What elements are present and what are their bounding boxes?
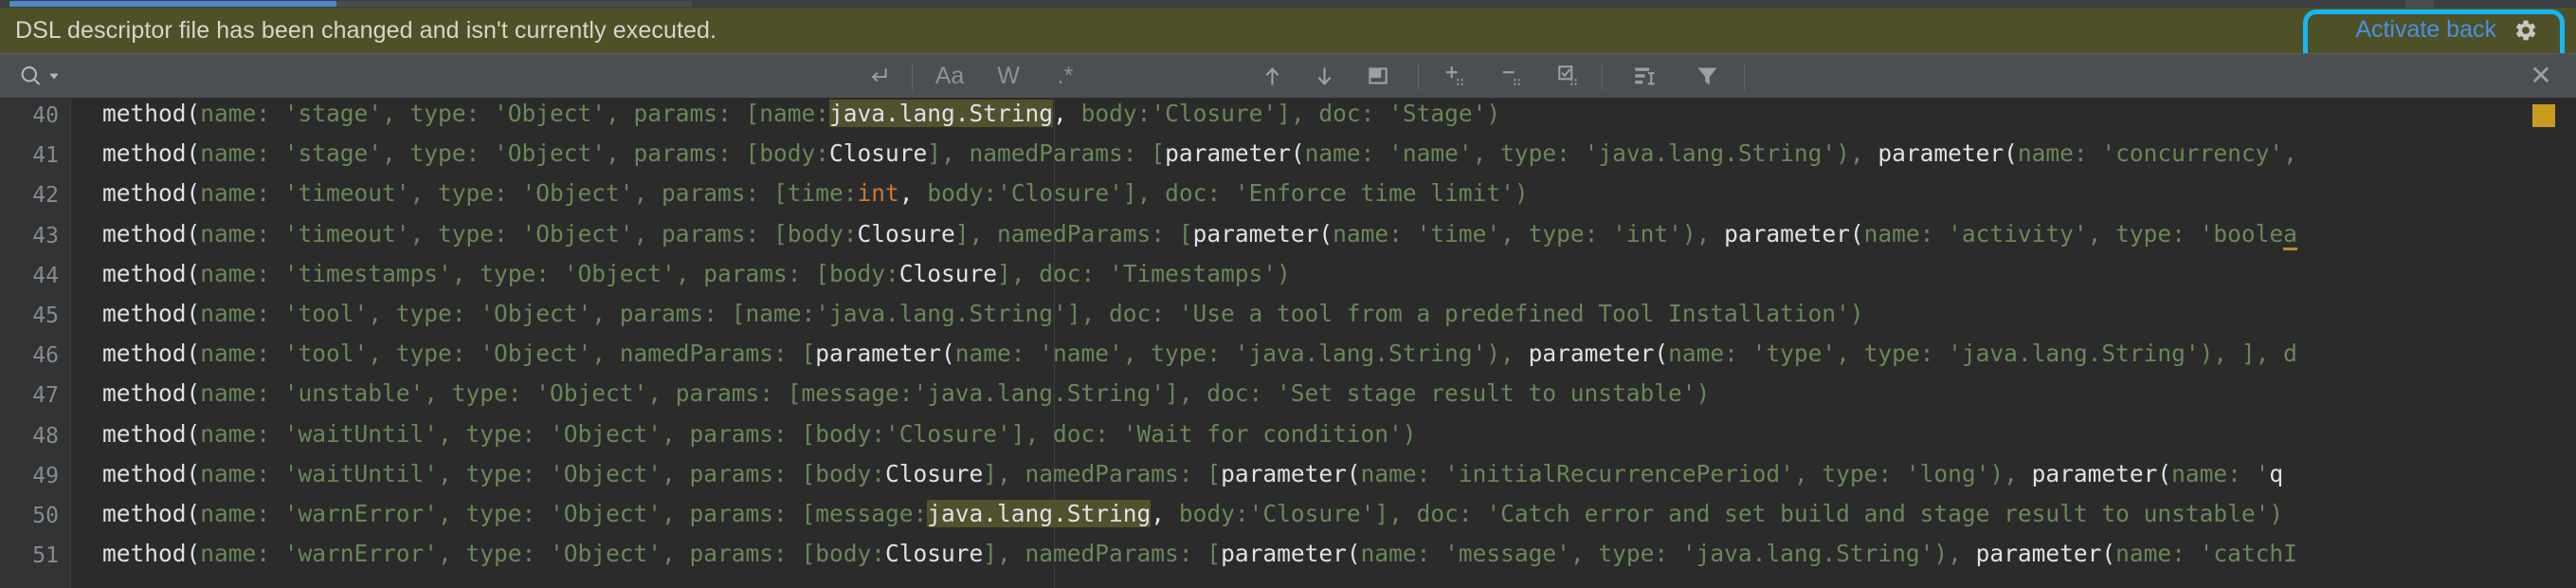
code-line[interactable]: method(name: 'warnError', type: 'Object'… (102, 542, 2297, 565)
gear-icon[interactable] (2513, 18, 2538, 43)
words-toggle[interactable]: W (986, 54, 1031, 98)
arrow-up-icon[interactable] (1251, 54, 1293, 98)
line-number: 43 (32, 223, 59, 248)
code-line[interactable]: method(name: 'timeout', type: 'Object', … (102, 219, 2297, 250)
open-in-editor-icon[interactable] (1357, 54, 1399, 98)
progress-bar-fill (9, 1, 336, 7)
line-number: 42 (32, 183, 59, 209)
arrow-down-icon[interactable] (1303, 54, 1345, 98)
code-line[interactable]: method(name: 'stage', type: 'Object', pa… (102, 100, 1500, 127)
line-number: 48 (32, 423, 59, 449)
group-by-icon[interactable] (1623, 54, 1666, 98)
select-all-icon[interactable] (1547, 54, 1590, 98)
code-line[interactable]: method(name: 'tool', type: 'Object', nam… (102, 341, 2297, 365)
code-line[interactable]: method(name: 'unstable', type: 'Object',… (102, 382, 1710, 406)
match-case-toggle[interactable]: Aa (927, 54, 972, 98)
code-line[interactable]: method(name: 'tool', type: 'Object', par… (102, 302, 1864, 325)
line-number: 41 (32, 143, 59, 169)
activate-back-action[interactable]: Activate back (2331, 11, 2559, 48)
line-number: 46 (32, 343, 59, 369)
line-number-gutter: 40 41 42 43 44 45 46 47 48 49 50 51 (0, 99, 71, 588)
line-number: 50 (32, 504, 59, 528)
line-number: 51 (32, 543, 59, 569)
line-number: 44 (32, 263, 59, 288)
code-line[interactable]: method(name: 'timestamps', type: 'Object… (102, 262, 1291, 285)
progress-bar (0, 0, 2576, 8)
toolbar-separator-3 (1602, 64, 1603, 90)
code-line[interactable]: method(name: 'waitUntil', type: 'Object'… (102, 422, 1417, 446)
notification-message: DSL descriptor file has been changed and… (15, 16, 717, 44)
find-toolbar: Aa W .* ✕ (0, 53, 2576, 99)
line-number: 47 (32, 383, 59, 409)
code-editor[interactable]: 40 41 42 43 44 45 46 47 48 49 50 51 method(name: 's… (0, 99, 2576, 588)
progress-bar-gap (692, 0, 2405, 8)
notification-banner: DSL descriptor file has been changed and… (0, 8, 2576, 68)
chevron-down-icon[interactable] (42, 54, 66, 98)
code-line[interactable]: method(name: 'waitUntil', type: 'Object'… (102, 462, 2283, 486)
expand-all-icon[interactable] (1433, 54, 1477, 98)
toolbar-separator-4 (1744, 64, 1745, 90)
error-stripe-marker[interactable] (2532, 104, 2555, 127)
line-number: 49 (32, 463, 59, 488)
code-line[interactable]: method(name: 'stage', type: 'Object', pa… (102, 141, 2297, 165)
activate-back-link[interactable]: Activate back (2355, 16, 2496, 44)
close-icon[interactable]: ✕ (2519, 54, 2563, 98)
toolbar-separator-2 (1418, 64, 1419, 90)
code-line[interactable]: method(name: 'timeout', type: 'Object', … (102, 182, 1529, 206)
new-line-icon[interactable] (858, 54, 899, 98)
line-number: 45 (32, 303, 59, 328)
progress-bar-track (336, 1, 692, 7)
regex-toggle[interactable]: .* (1043, 54, 1088, 98)
code-line[interactable]: method(name: 'warnError', type: 'Object'… (102, 500, 2283, 527)
line-number: 40 (32, 103, 59, 128)
toolbar-separator (912, 64, 913, 90)
filter-icon[interactable] (1685, 54, 1729, 98)
search-input[interactable] (74, 61, 836, 93)
code-content[interactable]: method(name: 'stage', type: 'Object', pa… (70, 99, 2576, 588)
progress-bar-secondary (2405, 0, 2434, 8)
collapse-all-icon[interactable] (1490, 54, 1533, 98)
